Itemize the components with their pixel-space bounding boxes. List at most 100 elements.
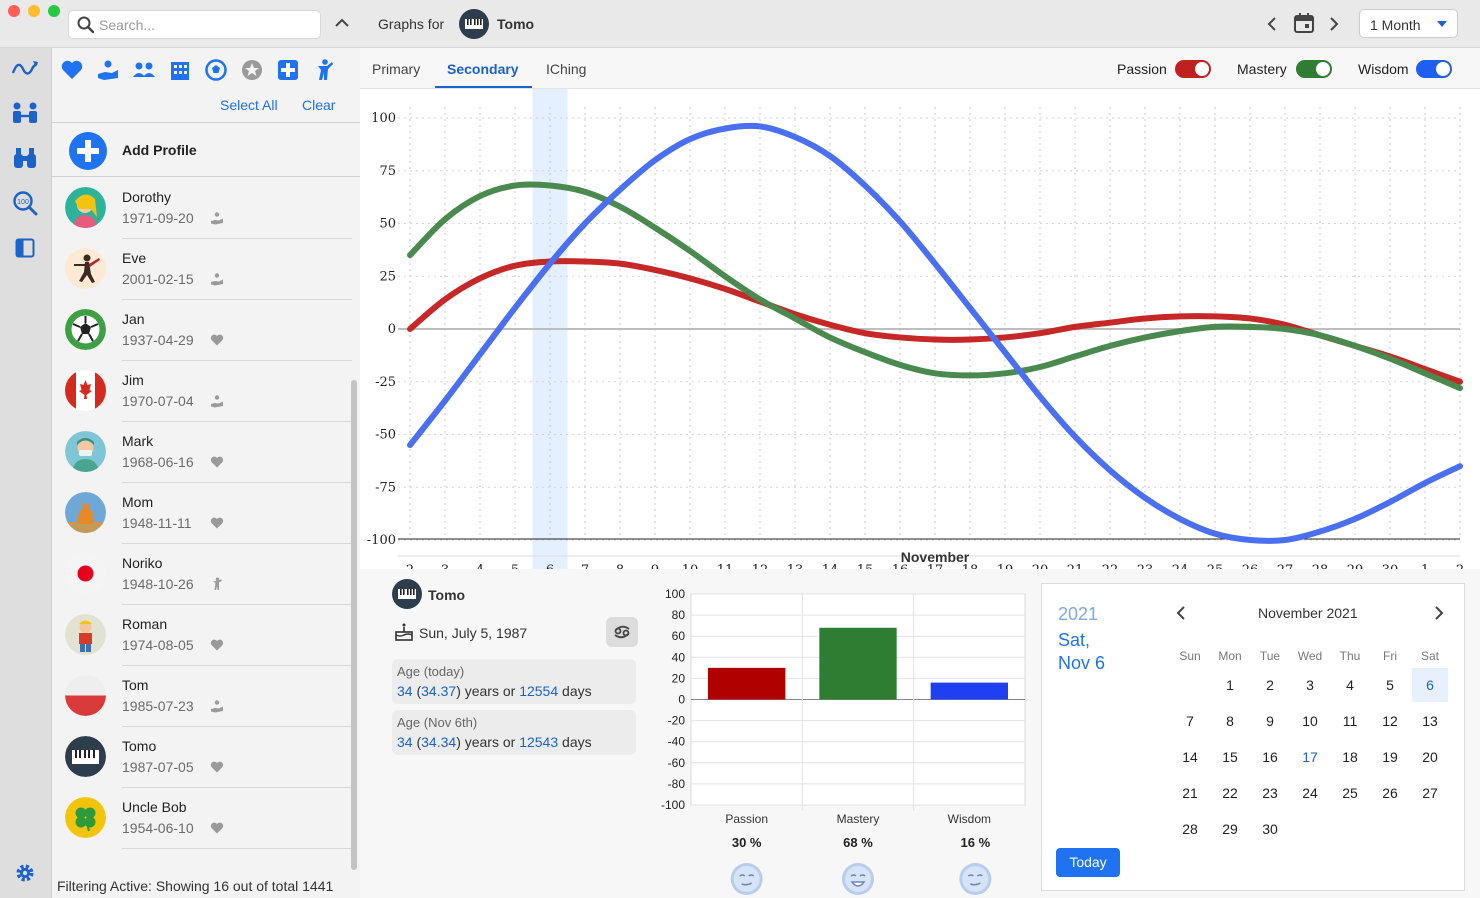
calendar-day[interactable]: 10 [1292,704,1328,738]
close-window-button[interactable] [8,5,20,17]
mood-face-icon [959,863,992,895]
calendar-day[interactable]: 18 [1332,740,1368,774]
heart-filter-icon[interactable] [60,58,84,82]
zoom-window-button[interactable] [48,5,60,17]
list-item[interactable]: Tom 1985-07-23 [52,666,352,727]
avatar [65,431,106,472]
ball-filter-icon[interactable] [204,58,228,82]
tab-iching[interactable]: IChing [546,61,586,77]
profile-list[interactable]: 1969-08-05Dorothy1971-09-20Eve2001-02-15… [52,178,352,873]
calendar-day[interactable]: 8 [1212,704,1248,738]
calendar-day[interactable]: 20 [1412,740,1448,774]
calendar-day[interactable]: 25 [1332,776,1368,810]
range-select[interactable]: 1 Month [1359,9,1458,38]
calendar-day[interactable]: 19 [1372,740,1408,774]
tab-primary[interactable]: Primary [372,61,420,77]
bar-y-tick-label: -40 [668,735,686,749]
zodiac-sign-button[interactable] [606,617,638,647]
sidebar-panel-icon[interactable] [15,238,35,258]
navigation-rail: 100 [0,48,52,898]
calendar-day[interactable]: 30 [1252,812,1288,846]
profile-date: 1987-07-05 [122,759,194,775]
calendar-day[interactable]: 13 [1412,704,1448,738]
calendar-icon[interactable] [1293,12,1315,34]
calendar-day[interactable]: 14 [1172,740,1208,774]
star-filter-icon[interactable] [240,58,264,82]
list-item[interactable]: Tomo 1987-07-05 [52,727,352,788]
medical-filter-icon[interactable] [276,58,300,82]
calendar-day[interactable]: 15 [1212,740,1248,774]
today-button[interactable]: Today [1056,848,1120,877]
calendar-day[interactable]: 6 [1412,668,1448,702]
calendar-day[interactable]: 3 [1292,668,1328,702]
list-item[interactable]: Eve 2001-02-15 [52,239,352,300]
calendar-day[interactable]: 27 [1412,776,1448,810]
calendar-day[interactable]: 9 [1252,704,1288,738]
add-profile-button[interactable]: Add Profile [52,123,360,177]
list-item[interactable]: Roman 1974-08-05 [52,605,352,666]
calendar-day[interactable]: 16 [1252,740,1288,774]
biorhythm-wave-icon[interactable] [11,59,39,79]
calendar-day[interactable]: 12 [1372,704,1408,738]
compatibility-people-icon[interactable] [11,101,39,125]
next-period-chevron-icon[interactable] [1328,16,1340,32]
calendar-day[interactable]: 5 [1372,668,1408,702]
biorhythm-line-chart[interactable]: 2345678910111213141516171819202122232425… [360,89,1480,569]
previous-period-chevron-icon[interactable] [1266,16,1278,32]
collapse-chevron-icon[interactable] [334,17,350,29]
person-filter-icon[interactable] [312,58,336,82]
zoom-100-icon[interactable]: 100 [12,190,38,216]
mastery-toggle[interactable] [1296,60,1332,78]
calendar-day[interactable]: 26 [1372,776,1408,810]
calendar-day[interactable]: 29 [1212,812,1248,846]
calendar-day[interactable]: 11 [1332,704,1368,738]
weekday-header: Mon [1218,649,1242,663]
calendar-day[interactable]: 28 [1172,812,1208,846]
list-item[interactable]: Mark 1968-06-16 [52,422,352,483]
bar-y-tick-label: -80 [668,777,686,791]
calendar-day[interactable]: 7 [1172,704,1208,738]
daily-bar-chart: 100 80 60 40 20 0 -20 -40 -60 -80 -100 Passion 30 % M… [661,587,1026,895]
profile-card-name: Tomo [428,587,466,603]
list-item[interactable]: Jim 1970-07-04 [52,361,352,422]
calendar-day[interactable]: 4 [1332,668,1368,702]
search-input[interactable] [99,15,314,35]
list-item[interactable]: Noriko 1948-10-26 [52,544,352,605]
wisdom-toggle[interactable] [1416,60,1452,78]
search-field[interactable] [68,10,321,39]
calendar-day[interactable]: 17 [1292,740,1328,774]
list-item[interactable]: Mom 1948-11-11 [52,483,352,544]
profile-list-scrollbar[interactable] [351,380,357,870]
calendar-day[interactable]: 23 [1252,776,1288,810]
tab-secondary[interactable]: Secondary [447,61,519,77]
bar-y-tick-label: 40 [672,650,686,664]
calendar-day[interactable]: 22 [1212,776,1248,810]
clear-filters-button[interactable]: Clear [302,97,335,113]
hand-icon [210,272,224,286]
passion-toggle[interactable] [1175,60,1211,78]
calendar-day[interactable]: 24 [1292,776,1328,810]
profile-date: 1948-11-11 [122,515,192,531]
list-item[interactable]: Uncle Bob 1954-06-10 [52,788,352,849]
building-filter-icon[interactable] [168,58,192,82]
family-filter-icon[interactable] [132,58,156,82]
wisdom-bar [930,682,1008,700]
next-month-chevron-icon[interactable] [1433,605,1445,621]
caring-hand-filter-icon[interactable] [96,58,120,82]
calendar-day[interactable]: 2 [1252,668,1288,702]
minimize-window-button[interactable] [28,5,40,17]
previous-month-chevron-icon[interactable] [1175,605,1187,621]
list-item[interactable]: Jan 1937-04-29 [52,300,352,361]
list-item[interactable]: Dorothy 1971-09-20 [52,178,352,239]
profile-date: 1985-07-23 [122,698,194,714]
settings-gear-icon[interactable] [15,863,35,883]
binoculars-icon[interactable] [12,146,38,170]
calendar-day[interactable]: 21 [1172,776,1208,810]
select-all-button[interactable]: Select All [220,97,278,113]
profile-name: Uncle Bob [122,799,187,815]
bar-y-tick-label: 20 [672,671,686,685]
bar-category-label: Wisdom [948,812,991,826]
avatar [65,309,106,350]
profile-date: 1948-10-26 [122,576,194,592]
calendar-day[interactable]: 1 [1212,668,1248,702]
